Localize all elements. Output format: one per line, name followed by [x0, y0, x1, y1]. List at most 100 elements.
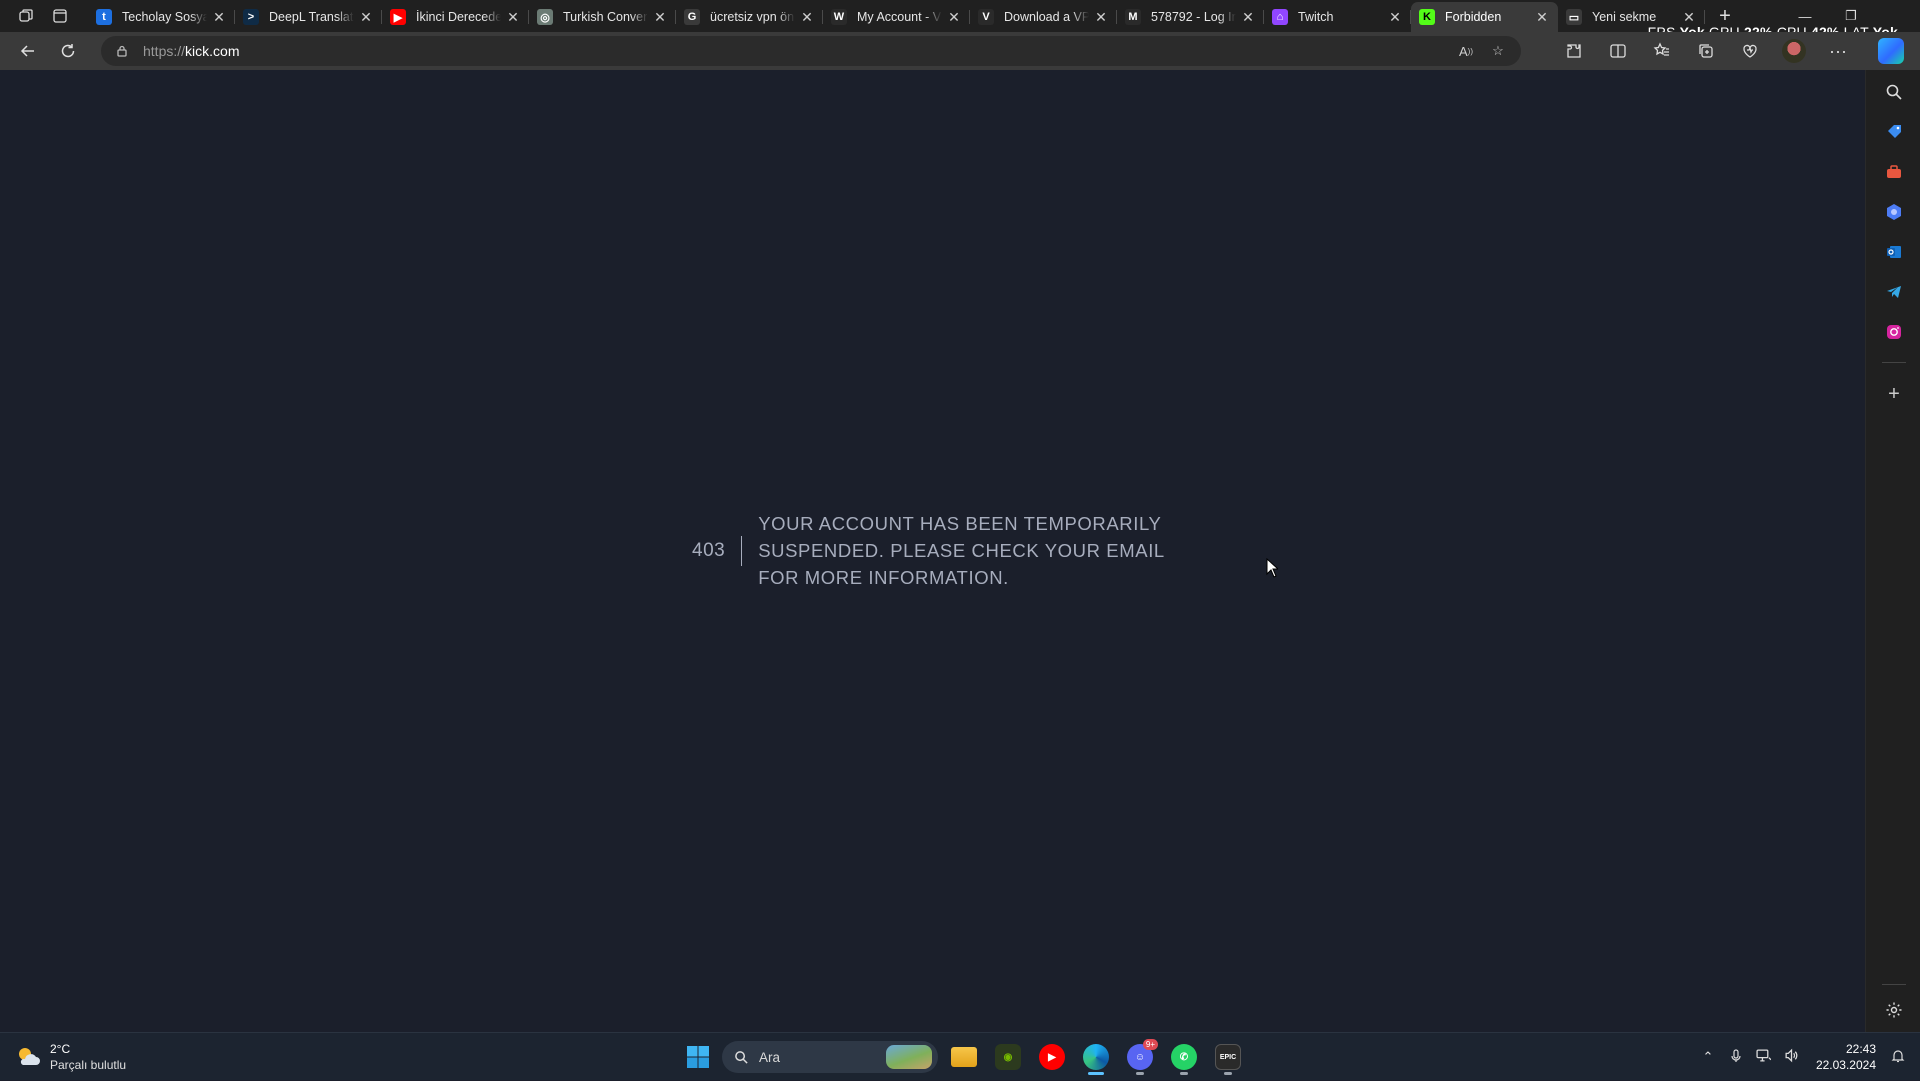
tab-close-icon[interactable]: ✕	[1240, 9, 1256, 26]
tab-title: My Account - V	[857, 10, 942, 24]
error-code: 403	[692, 539, 726, 561]
weather-condition: Parçalı bulutlu	[50, 1058, 127, 1072]
techolay-icon: t	[96, 9, 112, 25]
volume-icon[interactable]	[1778, 1048, 1806, 1066]
workspaces-icon[interactable]	[10, 0, 42, 32]
epic-games-button[interactable]: EPIC	[1206, 1039, 1250, 1075]
sidebar-games-icon[interactable]	[1884, 202, 1904, 222]
sidebar-tools-icon[interactable]	[1884, 162, 1904, 182]
copilot-icon[interactable]	[1878, 38, 1904, 64]
youtube-music-button[interactable]: ▶	[1030, 1039, 1074, 1075]
more-options-icon[interactable]: ···	[1816, 35, 1860, 67]
sidebar-divider-bottom	[1882, 984, 1906, 985]
tab-close-icon[interactable]: ✕	[946, 9, 962, 26]
url-text[interactable]: https://kick.com	[143, 43, 239, 59]
profile-avatar[interactable]	[1782, 39, 1806, 63]
sidebar-instagram-icon[interactable]	[1884, 322, 1904, 342]
discord-button[interactable]: ☺ 9+	[1118, 1039, 1162, 1075]
tab-title: Turkish Conver	[563, 10, 648, 24]
twitch-icon: ⌂	[1272, 9, 1288, 25]
tab-8[interactable]: M 578792 - Log In ✕	[1117, 2, 1264, 32]
taskbar-clock[interactable]: 22:43 22.03.2024	[1816, 1041, 1876, 1073]
back-button[interactable]	[8, 35, 48, 67]
tab-title: Twitch	[1298, 10, 1334, 24]
windows-taskbar: 2°C Parçalı bulutlu Ara ◉ ▶ ☺ 9+ ✆ EPIC …	[0, 1032, 1920, 1080]
tab-title: Techolay Sosyal	[122, 10, 207, 24]
tab-close-icon[interactable]: ✕	[1387, 9, 1403, 26]
edge-icon	[1083, 1044, 1109, 1070]
back-arrow-icon	[20, 45, 34, 57]
tab-1[interactable]: t Techolay Sosyal ✕	[88, 2, 235, 32]
tab-close-icon[interactable]: ✕	[652, 9, 668, 26]
network-icon[interactable]	[1750, 1048, 1778, 1066]
error-message: Your account has been temporarily suspen…	[758, 513, 1165, 588]
tab-close-icon[interactable]: ✕	[1093, 9, 1109, 26]
sidebar-outlook-icon[interactable]	[1884, 242, 1904, 262]
tab-10[interactable]: K Forbidden ✕	[1411, 2, 1558, 32]
tab-title: Forbidden	[1445, 10, 1502, 24]
read-aloud-icon[interactable]: A))	[1457, 42, 1475, 60]
kick-icon: K	[1419, 9, 1435, 25]
tab-title: Download a VP	[1004, 10, 1089, 24]
edge-button[interactable]	[1074, 1039, 1118, 1075]
tab-5[interactable]: Gücretsiz vpn ön ✕	[676, 2, 823, 32]
page-content: 403 Your account has been temporarily su…	[0, 70, 1865, 1032]
whatsapp-button[interactable]: ✆	[1162, 1039, 1206, 1075]
refresh-button[interactable]	[48, 35, 88, 67]
vpn-download-icon: V	[978, 9, 994, 25]
clock-time: 22:43	[1845, 1042, 1876, 1056]
search-icon	[735, 1050, 748, 1064]
tab-2[interactable]: > DeepL Translate ✕	[235, 2, 382, 32]
clock-date: 22.03.2024	[1815, 1058, 1876, 1072]
tab-close-icon[interactable]: ✕	[1534, 9, 1550, 26]
tab-9[interactable]: ⌂ Twitch ✕	[1264, 2, 1411, 32]
vpn-icon: W	[831, 9, 847, 25]
tab-3[interactable]: ▶ İkinci Derecede ✕	[382, 2, 529, 32]
start-button[interactable]	[678, 1039, 718, 1075]
notification-bell-icon[interactable]	[1884, 1049, 1912, 1066]
partly-cloudy-icon	[14, 1043, 42, 1071]
tab-close-icon[interactable]: ✕	[211, 9, 227, 26]
lock-icon[interactable]	[115, 44, 129, 58]
tab-close-icon[interactable]: ✕	[1681, 9, 1697, 26]
sidebar-shopping-icon[interactable]	[1884, 122, 1904, 142]
tab-close-icon[interactable]: ✕	[358, 9, 374, 26]
discord-running-indicator	[1136, 1072, 1144, 1075]
favorites-icon[interactable]	[1640, 35, 1684, 67]
taskbar-search-placeholder: Ara	[759, 1049, 781, 1065]
collections-icon[interactable]	[1684, 35, 1728, 67]
tab-close-icon[interactable]: ✕	[505, 9, 521, 26]
split-screen-icon[interactable]	[1596, 35, 1640, 67]
taskbar-search[interactable]: Ara	[722, 1041, 938, 1073]
favorite-star-icon[interactable]: ☆	[1489, 42, 1507, 60]
epic-running-indicator	[1224, 1072, 1232, 1075]
microphone-icon[interactable]	[1722, 1048, 1750, 1066]
tray-overflow-chevron-icon[interactable]: ⌃	[1694, 1049, 1722, 1065]
tab-6[interactable]: W My Account - V ✕	[823, 2, 970, 32]
weather-widget[interactable]: 2°C Parçalı bulutlu	[14, 1041, 126, 1073]
sidebar-search-icon[interactable]	[1884, 82, 1904, 102]
address-bar[interactable]: https://kick.com A)) ☆	[101, 36, 1521, 66]
sidebar-settings-icon[interactable]	[1884, 1000, 1904, 1020]
sidebar-add-icon[interactable]: +	[1884, 383, 1904, 405]
tab-title: Yeni sekme	[1592, 10, 1657, 24]
system-tray: ⌃ 22:43 22.03.2024	[1694, 1033, 1912, 1081]
error-block: 403 Your account has been temporarily su…	[692, 510, 1178, 591]
file-explorer-button[interactable]	[942, 1039, 986, 1075]
taskbar-apps: Ara ◉ ▶ ☺ 9+ ✆ EPIC	[678, 1039, 1250, 1075]
extensions-icon[interactable]	[1552, 35, 1596, 67]
tab-4[interactable]: ◎ Turkish Conver ✕	[529, 2, 676, 32]
browser-essentials-icon[interactable]	[1728, 35, 1772, 67]
gmail-icon: M	[1125, 9, 1141, 25]
nvidia-button[interactable]: ◉	[986, 1039, 1030, 1075]
new-tab-page-icon: ▭	[1566, 9, 1582, 25]
nvidia-icon: ◉	[995, 1044, 1021, 1070]
tab-7[interactable]: V Download a VP ✕	[970, 2, 1117, 32]
youtube-icon: ▶	[390, 9, 406, 25]
tab-actions-icon[interactable]	[44, 0, 76, 32]
deepl-icon: >	[243, 9, 259, 25]
sidebar-telegram-icon[interactable]	[1884, 282, 1904, 302]
tab-close-icon[interactable]: ✕	[799, 9, 815, 26]
whatsapp-icon: ✆	[1171, 1044, 1197, 1070]
tab-list: t Techolay Sosyal ✕ > DeepL Translate ✕ ▶ İkinc…	[88, 0, 1705, 32]
